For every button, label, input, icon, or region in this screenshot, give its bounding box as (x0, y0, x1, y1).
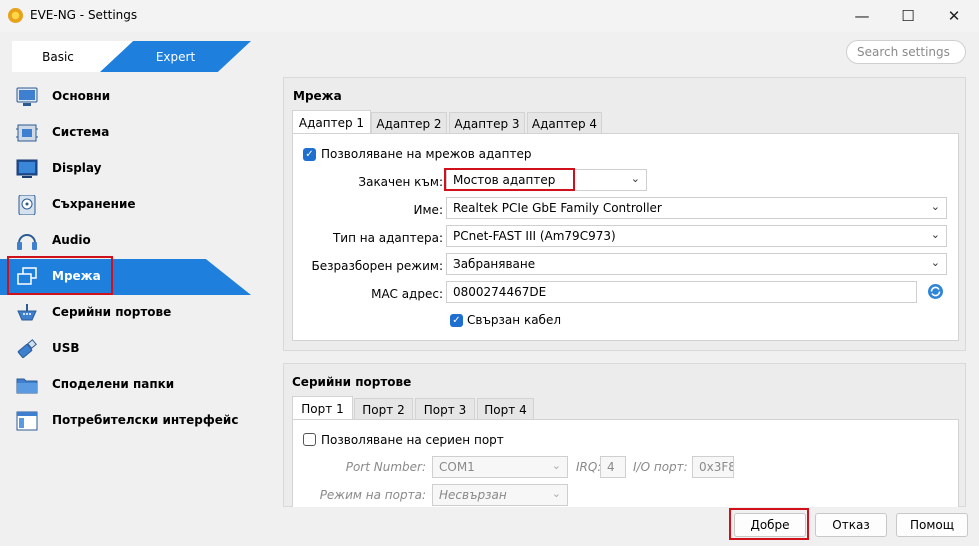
serial-ports-group-title: Серийни портове (292, 375, 412, 389)
usb-icon (17, 339, 37, 359)
io-port-label: I/O порт: (633, 460, 688, 474)
network-group-title: Мрежа (293, 89, 342, 103)
display-icon (16, 159, 38, 178)
sidebar-item-general[interactable]: Основни (0, 79, 265, 115)
tab-port-1[interactable]: Порт 1 (292, 396, 353, 420)
chevron-down-icon: ⌄ (930, 228, 940, 241)
folder-icon (16, 378, 38, 394)
port-number-label: Port Number: (345, 460, 426, 474)
enable-network-adapter-checkbox[interactable]: ✓ (303, 148, 316, 161)
chevron-down-icon: ⌄ (930, 256, 940, 269)
sidebar-item-label: USB (52, 341, 80, 355)
tab-port-4[interactable]: Порт 4 (477, 398, 534, 420)
tab-adapter-2[interactable]: Адаптер 2 (371, 112, 447, 134)
attached-to-label: Закачен към: (358, 175, 443, 189)
port-mode-label: Режим на порта: (319, 488, 426, 502)
sidebar-item-label: Съхранение (52, 197, 136, 211)
sidebar-item-display[interactable]: Display (0, 151, 265, 187)
irq-input[interactable]: 4 (600, 456, 626, 478)
enable-network-adapter-label: Позволяване на мрежов адаптер (321, 147, 532, 161)
highlight-attached-to (444, 168, 575, 191)
window-ui-icon (16, 411, 38, 431)
title-bar: EVE-NG - Settings — ☐ ✕ (0, 0, 979, 32)
sidebar-item-label: Споделени папки (52, 377, 175, 391)
tab-port-3[interactable]: Порт 3 (415, 398, 475, 420)
help-label: Помощ (909, 518, 955, 532)
mode-expert-label: Expert (155, 49, 196, 64)
promiscuous-mode-value: Забраняване (453, 257, 536, 271)
adapter-type-value: PCnet-FAST III (Am79C973) (453, 229, 616, 243)
port-mode-select[interactable]: Несвързан ⌄ (432, 484, 568, 506)
chevron-down-icon: ⌄ (551, 459, 561, 472)
cable-connected-label: Свързан кабел (467, 313, 561, 327)
port-number-value: COM1 (439, 460, 475, 474)
promiscuous-mode-label: Безразборен режим: (311, 259, 443, 273)
window-title: EVE-NG - Settings (30, 8, 138, 22)
adapter-type-select[interactable]: PCnet-FAST III (Am79C973) ⌄ (446, 225, 947, 247)
adapter-name-value: Realtek PCIe GbE Family Controller (453, 201, 662, 215)
tab-label: Адаптер 3 (454, 116, 520, 131)
chip-icon (16, 124, 38, 142)
search-input[interactable]: Search settings (846, 40, 966, 64)
promiscuous-mode-select[interactable]: Забраняване ⌄ (446, 253, 947, 275)
maximize-button[interactable]: ☐ (885, 0, 931, 32)
tab-label: Порт 2 (362, 402, 405, 417)
sidebar-item-label: Потребителски интерфейс (52, 413, 239, 427)
tab-label: Адаптер 2 (376, 116, 442, 131)
name-label: Име: (413, 203, 443, 217)
io-port-input[interactable]: 0x3F8 (692, 456, 734, 478)
chevron-down-icon: ⌄ (551, 487, 561, 500)
enable-serial-port-label: Позволяване на сериен порт (321, 433, 504, 447)
sidebar-item-system[interactable]: Система (0, 115, 265, 151)
minimize-button[interactable]: — (839, 0, 885, 32)
sidebar-item-label: Серийни портове (52, 305, 172, 319)
mac-address-label: MAC адрес: (371, 287, 443, 301)
sidebar-item-label: Основни (52, 89, 111, 103)
tab-label: Порт 4 (484, 402, 527, 417)
chevron-down-icon: ⌄ (630, 172, 640, 185)
sidebar-item-storage[interactable]: Съхранение (0, 187, 265, 223)
enable-serial-port-checkbox[interactable] (303, 433, 316, 446)
sidebar-item-shared-folders[interactable]: Споделени папки (0, 367, 265, 403)
tab-label: Адаптер 1 (298, 115, 365, 130)
tab-label: Адаптер 4 (531, 116, 598, 131)
close-button[interactable]: ✕ (931, 0, 977, 32)
highlight-ok-button (729, 508, 809, 540)
help-button[interactable]: Помощ (896, 513, 968, 537)
serial-port-icon (17, 304, 37, 321)
tab-adapter-3[interactable]: Адаптер 3 (449, 112, 525, 134)
mac-address-input[interactable]: 0800274467DE (446, 281, 917, 303)
sidebar-item-audio[interactable]: Audio (0, 223, 265, 259)
disk-icon (18, 195, 36, 215)
cable-connected-checkbox[interactable]: ✓ (450, 314, 463, 327)
sidebar-item-label: Audio (52, 233, 91, 247)
cancel-button[interactable]: Отказ (815, 513, 887, 537)
irq-label: IRQ: (576, 460, 602, 474)
chevron-down-icon: ⌄ (930, 200, 940, 213)
headphones-icon (17, 234, 37, 250)
mode-basic-label: Basic (42, 49, 74, 64)
tab-label: Порт 1 (301, 401, 344, 416)
sidebar-item-usb[interactable]: USB (0, 331, 265, 367)
port-mode-value: Несвързан (439, 488, 507, 502)
tab-adapter-4[interactable]: Адаптер 4 (527, 112, 602, 134)
sidebar-item-serial-ports[interactable]: Серийни портове (0, 295, 265, 331)
sidebar-item-label: Система (52, 125, 110, 139)
adapter-type-label: Тип на адаптера: (332, 231, 443, 245)
app-icon (8, 8, 23, 23)
tab-adapter-1[interactable]: Адаптер 1 (292, 110, 371, 134)
highlight-network-sidebar (7, 256, 113, 295)
cancel-label: Отказ (832, 518, 870, 532)
adapter-name-select[interactable]: Realtek PCIe GbE Family Controller ⌄ (446, 197, 947, 219)
tab-port-2[interactable]: Порт 2 (354, 398, 413, 420)
port-number-select[interactable]: COM1 ⌄ (432, 456, 568, 478)
monitor-icon (16, 87, 38, 106)
refresh-mac-icon[interactable] (927, 283, 944, 300)
tab-label: Порт 3 (423, 402, 467, 417)
sidebar-item-user-interface[interactable]: Потребителски интерфейс (0, 403, 265, 439)
sidebar-item-label: Display (52, 161, 102, 175)
